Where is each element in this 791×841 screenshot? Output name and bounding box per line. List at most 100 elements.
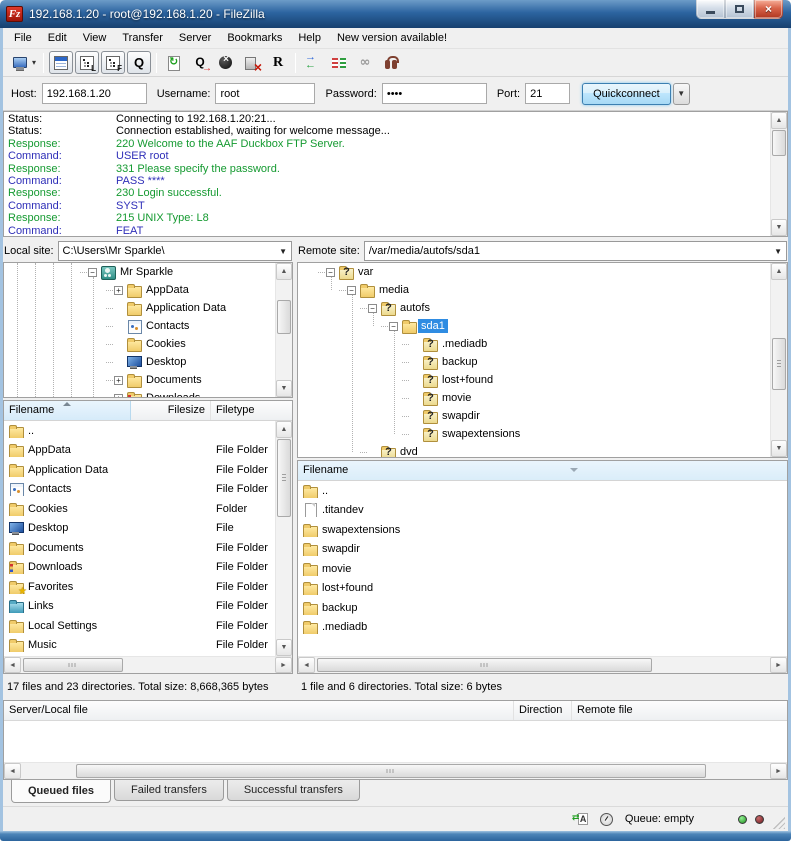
tree-item-mr-sparkle[interactable]: −Mr Sparkle [4,263,292,281]
scroll-up-button[interactable]: ▲ [276,263,292,280]
scrollbar-track[interactable] [771,129,787,219]
local-list-vertical-scrollbar[interactable]: ▲ ▼ [275,421,292,656]
close-button[interactable]: × [754,0,783,19]
tree-item-contacts[interactable]: Contacts [4,317,292,335]
log-vertical-scrollbar[interactable]: ▲ ▼ [770,112,787,236]
local-tree-vertical-scrollbar[interactable]: ▲ ▼ [275,263,292,397]
maximize-button[interactable] [725,0,754,19]
menu-edit[interactable]: Edit [40,30,75,46]
file-row-local-settings[interactable]: Local SettingsFile Folder [4,616,292,636]
column-header-remote-file[interactable]: Remote file [572,701,787,720]
column-header-filename[interactable]: Filename [298,461,787,480]
scroll-left-button[interactable]: ◄ [298,657,315,673]
file-row-lost-found[interactable]: lost+found [298,579,787,599]
directory-comparison-button[interactable] [301,51,325,74]
tree-item-var[interactable]: −?var [298,263,787,281]
file-row-documents[interactable]: DocumentsFile Folder [4,538,292,558]
toggle-remote-tree-button[interactable]: F [101,51,125,74]
resize-grip[interactable] [773,817,785,829]
search-button[interactable] [379,51,403,74]
tab-successful-transfers[interactable]: Successful transfers [227,780,360,801]
scrollbar-thumb[interactable] [317,658,652,672]
menu-transfer[interactable]: Transfer [114,30,171,46]
toggle-message-log-button[interactable] [49,51,73,74]
expand-icon[interactable]: + [114,376,123,385]
scrollbar-thumb[interactable] [772,338,786,390]
expand-icon[interactable]: + [114,286,123,295]
scrollbar-track[interactable] [315,657,770,673]
menu-bookmarks[interactable]: Bookmarks [219,30,290,46]
collapse-icon[interactable]: − [88,268,97,277]
app-icon[interactable]: Fz [6,6,23,22]
tree-item-appdata[interactable]: +AppData [4,281,292,299]
queue-horizontal-scrollbar[interactable]: ◄ ► [4,762,787,779]
scrollbar-track[interactable] [276,280,292,380]
site-manager-button[interactable]: ▾ [9,51,38,74]
collapse-icon[interactable]: − [389,322,398,331]
collapse-icon[interactable]: − [347,286,356,295]
menu-server[interactable]: Server [171,30,219,46]
password-input[interactable] [382,83,487,104]
tree-item-cookies[interactable]: Cookies [4,335,292,353]
menu-help[interactable]: Help [290,30,329,46]
scroll-up-button[interactable]: ▲ [771,263,787,280]
chevron-down-icon[interactable]: ▾ [32,58,36,67]
scrollbar-track[interactable] [21,763,770,779]
scrollbar-track[interactable] [276,438,292,639]
scroll-right-button[interactable]: ► [770,763,787,779]
process-queue-button[interactable]: Q [188,51,212,74]
file-row-backup[interactable]: backup [298,598,787,618]
minimize-button[interactable] [696,0,725,19]
synchronized-browsing-button[interactable] [327,51,351,74]
tree-item-dvd[interactable]: ?dvd [298,443,787,458]
column-header-filesize[interactable]: Filesize [131,401,211,420]
disconnect-button[interactable] [240,51,264,74]
scrollbar-thumb[interactable] [76,764,706,778]
file-row-item[interactable]: .. [4,421,292,441]
scrollbar-thumb[interactable] [772,130,786,156]
tree-item-swapextensions[interactable]: ?swapextensions [298,425,787,443]
file-row-swapdir[interactable]: swapdir [298,540,787,560]
toggle-queue-button[interactable]: Q [127,51,151,74]
scrollbar-track[interactable] [771,280,787,440]
scrollbar-thumb[interactable] [23,658,123,672]
column-header-filename[interactable]: Filename [4,401,131,420]
scrollbar-thumb[interactable] [277,439,291,517]
scroll-right-button[interactable]: ► [275,657,292,673]
file-row-titandev[interactable]: .titandev [298,501,787,521]
file-row-movie[interactable]: movie [298,559,787,579]
file-row-appdata[interactable]: AppDataFile Folder [4,441,292,461]
quickconnect-dropdown-button[interactable]: ▼ [673,83,690,105]
scroll-up-button[interactable]: ▲ [276,421,292,438]
filter-button[interactable]: ∞ [353,51,377,74]
scrollbar-track[interactable] [21,657,275,673]
refresh-button[interactable] [162,51,186,74]
local-horizontal-scrollbar[interactable]: ◄ ► [4,656,292,673]
expand-icon[interactable]: + [114,394,123,399]
file-row-contacts[interactable]: ContactsFile Folder [4,480,292,500]
titlebar[interactable]: Fz 192.168.1.20 - root@192.168.1.20 - Fi… [0,0,791,28]
file-row-application-data[interactable]: Application DataFile Folder [4,460,292,480]
file-row-music[interactable]: MusicFile Folder [4,636,292,656]
remote-site-combo[interactable]: /var/media/autofs/sda1 ▼ [364,241,787,261]
tree-item-backup[interactable]: ?backup [298,353,787,371]
tree-item-lost-found[interactable]: ?lost+found [298,371,787,389]
toggle-local-tree-button[interactable]: L [75,51,99,74]
tree-item-media[interactable]: −media [298,281,787,299]
scroll-left-button[interactable]: ◄ [4,657,21,673]
transfer-type-icon[interactable] [574,812,592,827]
file-row-swapextensions[interactable]: swapextensions [298,520,787,540]
username-input[interactable] [215,83,315,104]
tree-item-swapdir[interactable]: ?swapdir [298,407,787,425]
collapse-icon[interactable]: − [326,268,335,277]
scrollbar-thumb[interactable] [277,300,291,334]
scroll-down-button[interactable]: ▼ [771,440,787,457]
chevron-down-icon[interactable]: ▼ [771,247,782,256]
collapse-icon[interactable]: − [368,304,377,313]
scroll-down-button[interactable]: ▼ [771,219,787,236]
cancel-button[interactable] [214,51,238,74]
tree-item-movie[interactable]: ?movie [298,389,787,407]
remote-tree-vertical-scrollbar[interactable]: ▲ ▼ [770,263,787,457]
file-row-downloads[interactable]: DownloadsFile Folder [4,558,292,578]
menu-view[interactable]: View [75,30,115,46]
